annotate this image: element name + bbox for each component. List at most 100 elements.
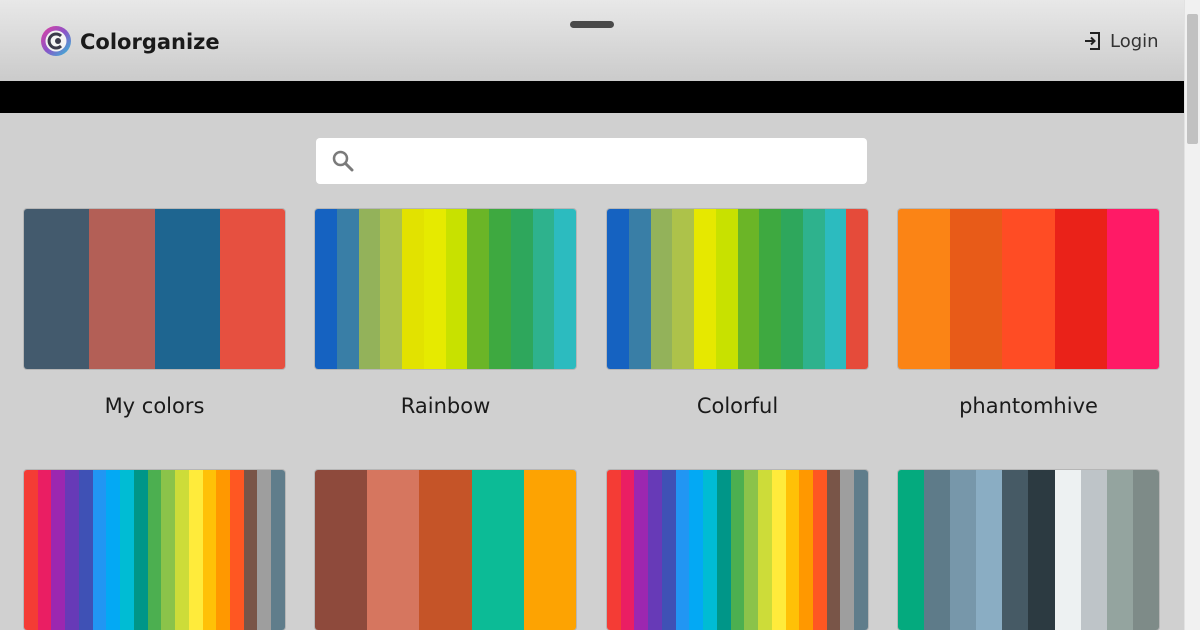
color-swatch[interactable] [716,470,731,630]
color-swatch[interactable] [554,209,576,369]
color-swatch[interactable] [854,470,868,630]
color-swatch[interactable] [89,209,155,369]
color-swatch[interactable] [689,470,704,630]
color-swatch[interactable] [1106,209,1159,369]
color-swatch[interactable] [824,209,847,369]
palette-swatches[interactable] [898,470,1159,630]
color-swatch[interactable] [1028,470,1055,630]
palette-card[interactable] [607,470,868,630]
color-swatch[interactable] [271,470,285,630]
color-swatch[interactable] [161,470,176,630]
color-swatch[interactable] [489,209,511,369]
login-button[interactable]: Login [1084,28,1159,54]
color-swatch[interactable] [445,209,468,369]
color-swatch[interactable] [634,470,649,630]
color-swatch[interactable] [257,470,272,630]
color-swatch[interactable] [120,470,134,630]
color-swatch[interactable] [532,209,555,369]
color-swatch[interactable] [607,209,629,369]
color-swatch[interactable] [1080,470,1107,630]
color-swatch[interactable] [467,209,489,369]
color-swatch[interactable] [628,209,651,369]
color-swatch[interactable] [419,470,472,630]
color-swatch[interactable] [694,209,716,369]
color-swatch[interactable] [898,209,951,369]
color-swatch[interactable] [744,470,759,630]
color-swatch[interactable] [523,470,576,630]
colorganize-logo-icon[interactable] [40,25,72,57]
color-swatch[interactable] [133,470,148,630]
color-swatch[interactable] [37,470,52,630]
color-swatch[interactable] [402,209,424,369]
color-swatch[interactable] [759,209,781,369]
color-swatch[interactable] [703,470,717,630]
color-swatch[interactable] [785,470,800,630]
palette-card[interactable] [315,470,576,630]
color-swatch[interactable] [380,209,402,369]
color-swatch[interactable] [771,470,786,630]
color-swatch[interactable] [315,209,337,369]
color-swatch[interactable] [950,209,1003,369]
color-swatch[interactable] [423,209,446,369]
color-swatch[interactable] [51,470,66,630]
color-swatch[interactable] [799,470,814,630]
scrollbar-thumb[interactable] [1187,14,1198,144]
color-swatch[interactable] [846,209,868,369]
color-swatch[interactable] [1002,470,1029,630]
palette-name[interactable]: My colors [24,393,285,419]
color-swatch[interactable] [1002,209,1055,369]
color-swatch[interactable] [202,470,217,630]
color-swatch[interactable] [147,470,162,630]
color-swatch[interactable] [898,470,925,630]
color-swatch[interactable] [510,209,533,369]
color-swatch[interactable] [826,470,841,630]
color-swatch[interactable] [65,470,79,630]
color-swatch[interactable] [219,209,285,369]
color-swatch[interactable] [154,209,220,369]
palette-name[interactable]: phantomhive [898,393,1159,419]
color-swatch[interactable] [336,209,359,369]
palette-card[interactable]: Colorful [607,209,868,419]
color-swatch[interactable] [188,470,203,630]
color-swatch[interactable] [650,209,673,369]
color-swatch[interactable] [976,470,1003,630]
color-swatch[interactable] [672,209,694,369]
palette-swatches[interactable] [315,470,576,630]
color-swatch[interactable] [737,209,760,369]
search-input[interactable] [316,138,867,184]
color-swatch[interactable] [1054,209,1107,369]
palette-card[interactable]: phantomhive [898,209,1159,419]
color-swatch[interactable] [471,470,524,630]
palette-swatches[interactable] [607,470,868,630]
palette-swatches[interactable] [24,470,285,630]
scrollbar[interactable] [1184,0,1200,630]
color-swatch[interactable] [175,470,189,630]
palette-card[interactable]: Rainbow [315,209,576,419]
color-swatch[interactable] [758,470,772,630]
brand-name[interactable]: Colorganize [80,28,220,56]
drag-handle[interactable] [570,21,614,28]
color-swatch[interactable] [840,470,855,630]
color-swatch[interactable] [78,470,93,630]
palette-swatches[interactable] [315,209,576,369]
color-swatch[interactable] [661,470,676,630]
palette-name[interactable]: Colorful [607,393,868,419]
color-swatch[interactable] [715,209,738,369]
color-swatch[interactable] [358,209,381,369]
color-swatch[interactable] [730,470,745,630]
color-swatch[interactable] [607,470,621,630]
color-swatch[interactable] [950,470,977,630]
color-swatch[interactable] [648,470,662,630]
palette-card[interactable]: My colors [24,209,285,419]
color-swatch[interactable] [813,470,827,630]
color-swatch[interactable] [106,470,121,630]
palette-card[interactable] [24,470,285,630]
color-swatch[interactable] [230,470,244,630]
palette-swatches[interactable] [607,209,868,369]
search-bar[interactable] [316,138,867,184]
color-swatch[interactable] [620,470,635,630]
color-swatch[interactable] [367,470,420,630]
palette-swatches[interactable] [898,209,1159,369]
color-swatch[interactable] [1106,470,1133,630]
color-swatch[interactable] [216,470,231,630]
